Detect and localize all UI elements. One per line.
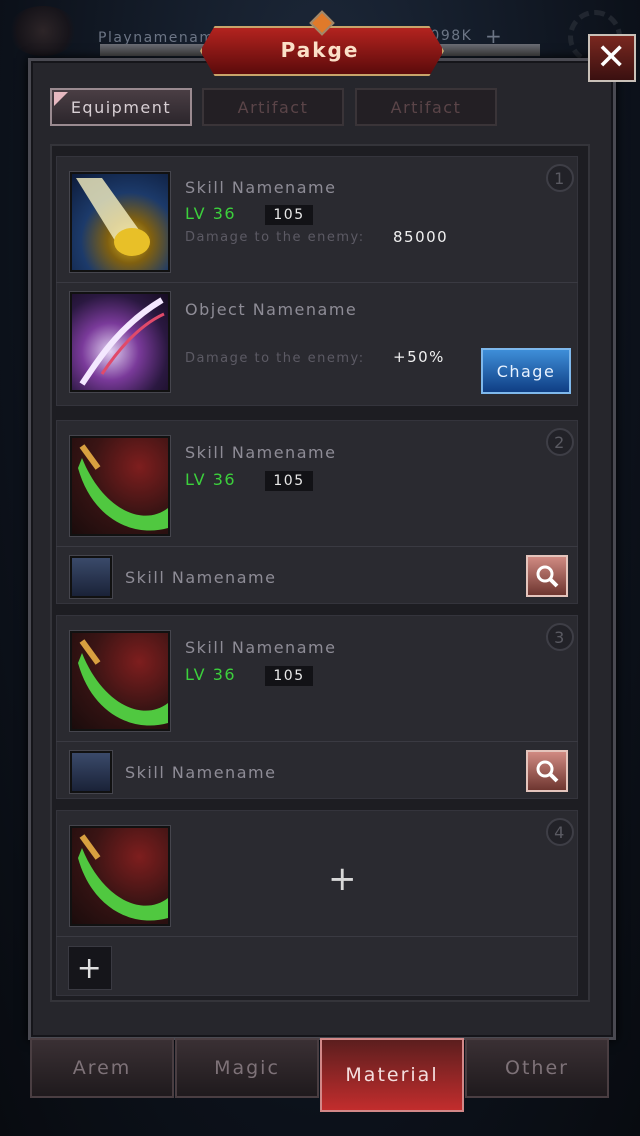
claw-blade-icon — [79, 297, 165, 386]
slot-number-badge: 3 — [546, 623, 574, 651]
skill-level: LV 36 — [185, 665, 237, 684]
skill-value: 105 — [265, 471, 313, 491]
green-blade-icon — [78, 639, 168, 726]
close-icon: ✕ — [596, 37, 628, 78]
slot-number-badge: 1 — [546, 164, 574, 192]
stat-label: Damage to the enemy: — [185, 351, 365, 366]
sub-skill-name: Skill Namename — [125, 763, 277, 782]
slot-number-badge: 2 — [546, 428, 574, 456]
object-name: Object Namename — [185, 300, 358, 319]
tab-label: Equipment — [70, 97, 172, 117]
stat-label: Damage to the enemy: — [185, 230, 365, 245]
skill-icon[interactable] — [69, 435, 171, 537]
skill-level: LV 36 — [185, 204, 237, 223]
ninja-icon[interactable] — [69, 750, 113, 794]
close-button[interactable]: ✕ — [588, 34, 636, 82]
add-skill-button[interactable]: + — [328, 862, 358, 896]
divider — [56, 741, 578, 742]
skill-name: Skill Namename — [185, 638, 337, 657]
bottom-tab-other[interactable]: Other — [465, 1038, 609, 1098]
object-icon[interactable] — [69, 291, 171, 393]
bottom-tab-material[interactable]: Material — [320, 1038, 464, 1112]
stat-value: 85000 — [393, 228, 449, 246]
divider — [56, 936, 578, 937]
page-title: Pakge — [280, 38, 360, 62]
skill-value: 105 — [265, 205, 313, 225]
tab-artifact-2[interactable]: Artifact — [355, 88, 497, 126]
slot-number-badge: 4 — [546, 818, 574, 846]
search-button[interactable] — [526, 555, 568, 597]
change-button[interactable]: Chage — [481, 348, 571, 394]
search-button[interactable] — [526, 750, 568, 792]
skill-name: Skill Namename — [185, 178, 337, 197]
bottom-tab-magic[interactable]: Magic — [175, 1038, 319, 1098]
stat-value: +50% — [393, 348, 445, 366]
skill-icon[interactable] — [69, 171, 171, 273]
tab-label: Artifact — [390, 97, 462, 117]
tab-equipment[interactable]: Equipment — [50, 88, 192, 126]
skill-icon[interactable] — [69, 825, 171, 927]
add-sub-skill-button[interactable]: + — [68, 946, 112, 990]
golden-fist-icon — [76, 178, 150, 256]
skill-level: LV 36 — [185, 470, 237, 489]
plus-icon: + — [76, 950, 104, 986]
divider — [56, 546, 578, 547]
tab-artifact[interactable]: Artifact — [202, 88, 344, 126]
dragon-ornament-icon — [8, 6, 78, 56]
divider — [56, 282, 578, 283]
tab-label: Artifact — [237, 97, 309, 117]
tab-corner-marker — [54, 92, 68, 106]
sub-skill-name: Skill Namename — [125, 568, 277, 587]
skill-name: Skill Namename — [185, 443, 337, 462]
green-blade-icon — [78, 834, 168, 921]
skill-icon[interactable] — [69, 630, 171, 732]
search-icon — [536, 760, 559, 783]
ninja-icon[interactable] — [69, 555, 113, 599]
skill-value: 105 — [265, 666, 313, 686]
search-icon — [536, 565, 559, 588]
green-blade-icon — [78, 444, 168, 531]
bottom-tab-arem[interactable]: Arem — [30, 1038, 174, 1098]
